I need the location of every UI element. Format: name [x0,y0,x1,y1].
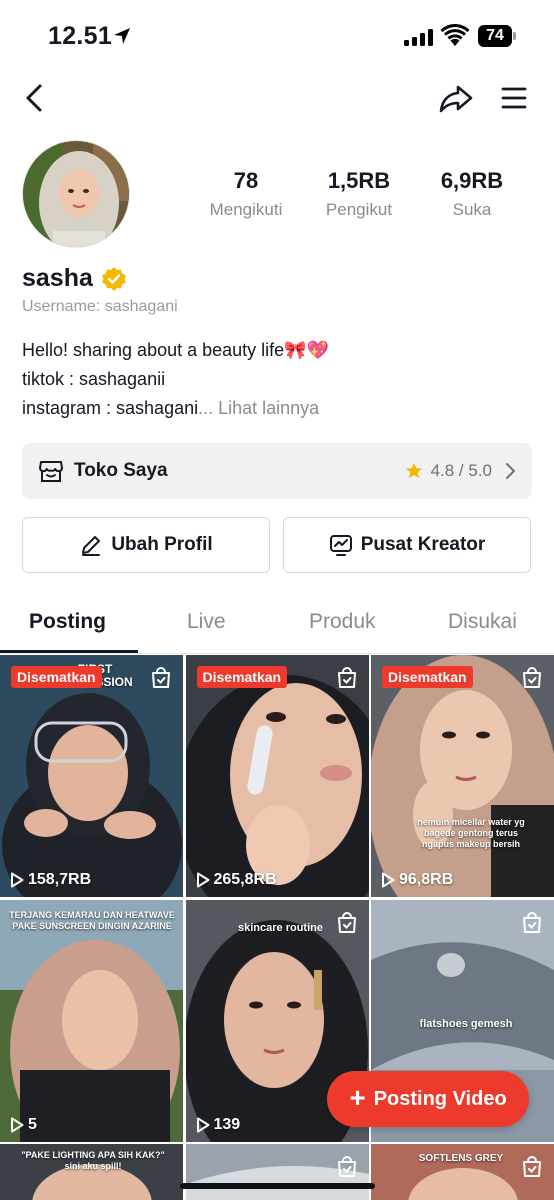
bio-line-3-text: instagram : sashagani [22,398,199,418]
my-shop-bar[interactable]: Toko Saya 4.8 / 5.0 [22,443,532,499]
content-tabs: Posting Live Produk Disukai [0,598,554,654]
status-bar: 12.51 74 [0,0,554,72]
post-video-button[interactable]: + Posting Video [327,1071,529,1127]
profile-name-row: sasha [22,264,127,293]
battery-icon: 74 [478,25,516,47]
username: Username: sashagani [22,298,178,315]
pinned-badge: Disematkan [196,666,288,688]
video-thumbnail[interactable]: "PAKE LIGHTING APA SIH KAK?" sini aku sp… [0,1144,183,1200]
shopping-bag-icon [337,1156,356,1177]
view-count: 139 [196,1116,240,1134]
edit-profile-label: Ubah Profil [111,534,213,555]
bio-line-1: Hello! sharing about a beauty life🎀💖 [22,340,329,360]
video-caption: SOFTLENS GREY [418,1153,504,1164]
tab-live[interactable]: Live [187,610,226,634]
shopping-bag-icon [523,911,541,933]
star-icon [405,462,422,479]
bio-line-3: instagram : sashagani... Lihat lainnya [22,394,329,423]
play-icon [196,1117,209,1132]
stat-following[interactable]: 78 Mengikuti [196,168,296,220]
following-count: 78 [233,168,259,193]
verified-badge-icon [101,266,126,291]
bio-line-2: tiktok : sashaganii [22,369,166,389]
profile-bio: Hello! sharing about a beauty life🎀💖 tik… [22,336,329,423]
stat-likes[interactable]: 6,9RB Suka [422,168,522,220]
shop-label: Toko Saya [74,460,168,481]
share-icon[interactable] [438,82,474,114]
shopping-bag-icon [523,1156,541,1177]
view-count: 265,8RB [196,871,277,889]
video-caption: "PAKE LIGHTING APA SIH KAK?" sini aku sp… [21,1150,165,1171]
creator-chart-icon [329,535,352,556]
see-more-link[interactable]: ... Lihat lainnya [198,398,319,418]
followers-label: Pengikut [325,200,393,219]
tab-produk[interactable]: Produk [309,610,376,634]
home-indicator[interactable] [180,1183,375,1189]
shopping-bag-icon [337,667,356,688]
pinned-badge: Disematkan [382,666,473,688]
video-caption: TERJANG KEMARAU DAN HEATWAVE PAKE SUNSCR… [9,909,175,931]
tab-disukai[interactable]: Disukai [448,610,517,634]
view-count: 158,7RB [10,871,91,889]
play-icon [11,872,24,888]
followers-count: 1,5RB [327,168,391,193]
likes-count: 6,9RB [440,168,504,193]
likes-label: Suka [452,200,492,219]
shopping-bag-icon [152,667,170,688]
chevron-right-icon [506,463,515,479]
edit-profile-button[interactable]: Ubah Profil [22,517,270,573]
video-thumbnail[interactable]: SOFTLENS GREY [371,1144,554,1200]
status-time: 12.51 [48,22,113,50]
pinned-badge: Disematkan [11,666,102,688]
profile-name: sasha [22,264,93,292]
plus-icon: + [349,1081,366,1113]
play-icon [11,1117,24,1132]
active-tab-indicator [0,650,138,653]
shopping-bag-icon [337,911,356,933]
creator-center-label: Pusat Kreator [360,534,486,555]
shop-rating: 4.8 / 5.0 [430,461,492,480]
back-arrow-icon[interactable] [22,82,48,114]
stat-followers[interactable]: 1,5RB Pengikut [309,168,409,220]
video-thumbnail[interactable]: FIRST IMPRESSION Disematkan 158,7RB [0,655,183,897]
battery-level: 74 [478,25,512,47]
shopping-bag-icon [523,667,541,688]
avatar[interactable] [22,140,130,248]
creator-center-button[interactable]: Pusat Kreator [283,517,531,573]
video-thumbnail[interactable]: Disematkan 265,8RB [185,655,369,897]
profile-stats: 78 Mengikuti 1,5RB Pengikut 6,9RB Suka [196,168,522,220]
post-video-label: Posting Video [373,1087,507,1110]
video-caption: nemuin micellar water yg bagede gentong … [417,817,525,849]
tab-posting[interactable]: Posting [29,610,106,634]
following-label: Mengikuti [209,200,283,219]
play-icon [382,872,395,888]
video-thumbnail[interactable] [185,1144,369,1200]
video-caption: flatshoes gemesh [419,1017,513,1030]
view-count: 5 [10,1116,37,1134]
location-arrow-icon [114,28,130,44]
video-thumbnail[interactable]: nemuin micellar water yg bagede gentong … [371,655,554,897]
menu-icon[interactable] [500,84,528,112]
cellular-signal-icon [404,28,433,46]
video-caption: skincare routine [238,921,323,934]
pencil-icon [82,536,101,556]
view-count: 96,8RB [381,871,453,889]
video-thumbnail[interactable]: TERJANG KEMARAU DAN HEATWAVE PAKE SUNSCR… [0,899,183,1142]
play-icon [196,872,209,888]
shop-icon [39,461,63,482]
wifi-icon [440,24,470,46]
